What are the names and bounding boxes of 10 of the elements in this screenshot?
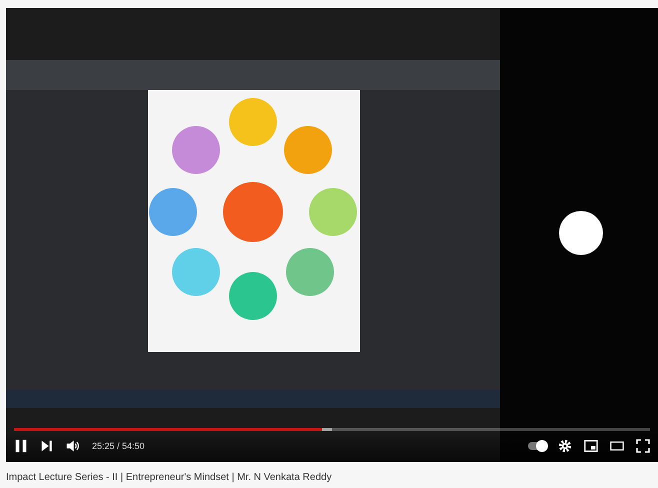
next-icon[interactable]: [40, 439, 54, 453]
fullscreen-icon[interactable]: [636, 439, 650, 453]
theater-icon[interactable]: [610, 439, 624, 453]
settings-icon[interactable]: [558, 439, 572, 453]
video-title: Impact Lecture Series - II | Entrepreneur's Mindset | Mr. N Venkata Reddy: [6, 471, 333, 483]
miniplayer-icon[interactable]: [584, 439, 598, 453]
autoplay-toggle[interactable]: [528, 442, 546, 450]
time-display: 25:25 / 54:50: [92, 441, 145, 451]
pause-icon[interactable]: [14, 439, 28, 453]
volume-icon[interactable]: [66, 439, 80, 453]
